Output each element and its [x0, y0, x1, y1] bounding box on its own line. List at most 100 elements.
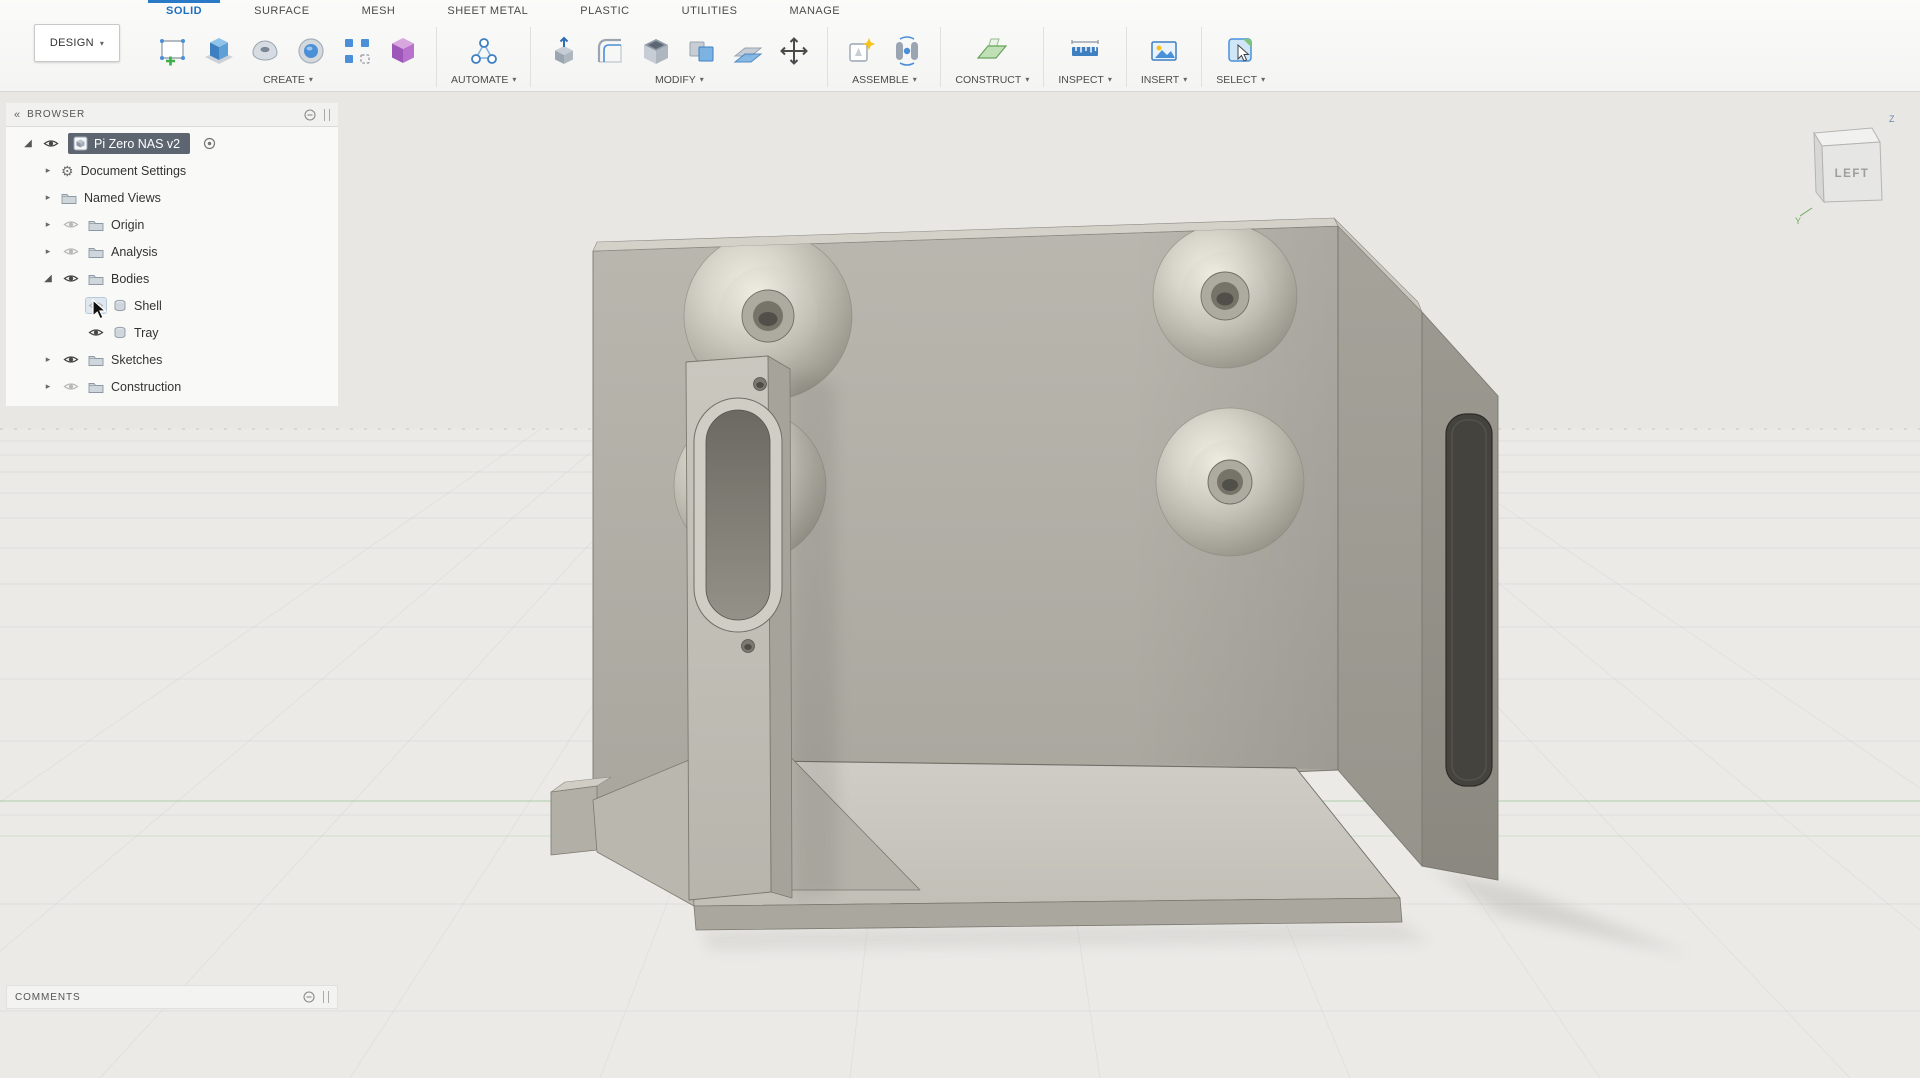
automate-menu[interactable]: AUTOMATE▾	[451, 74, 516, 86]
component-name: Pi Zero NAS v2	[94, 137, 180, 151]
rectangular-pattern-icon[interactable]	[338, 32, 376, 70]
visibility-eye-icon[interactable]	[41, 136, 61, 151]
main-toolbar: SOLID SURFACE MESH SHEET METAL PLASTIC U…	[0, 0, 1920, 92]
visibility-eye-icon[interactable]	[86, 325, 106, 340]
tree-item-sketches[interactable]: ▸ Sketches	[6, 346, 338, 373]
component-icon	[73, 136, 88, 151]
folder-icon	[88, 381, 104, 393]
tab-sheet-metal[interactable]: SHEET METAL	[421, 0, 554, 22]
offset-face-icon[interactable]	[729, 32, 767, 70]
create-sketch-icon[interactable]	[154, 32, 192, 70]
modify-menu[interactable]: MODIFY▾	[655, 74, 704, 86]
construction-plane-icon[interactable]	[973, 32, 1011, 70]
insert-menu[interactable]: INSERT▾	[1141, 74, 1187, 86]
group-automate: AUTOMATE▾	[447, 29, 520, 86]
selected-component-highlight[interactable]: Pi Zero NAS v2	[68, 133, 190, 154]
panel-resize-grip[interactable]	[324, 109, 330, 121]
chevron-down-icon: ▾	[913, 75, 917, 84]
tree-item-bodies[interactable]: ◢ Bodies	[6, 265, 338, 292]
gear-icon: ⚙	[61, 164, 74, 178]
tree-item-named-views[interactable]: ▸ Named Views	[6, 184, 338, 211]
expand-arrow-icon[interactable]: ▸	[42, 192, 54, 203]
expand-arrow-icon[interactable]: ◢	[42, 273, 54, 284]
visibility-eye-icon[interactable]	[61, 352, 81, 367]
activate-component-radio-icon[interactable]	[203, 137, 216, 150]
extrude-icon[interactable]	[200, 32, 238, 70]
hole-icon[interactable]	[292, 32, 330, 70]
group-create: CREATE▾	[150, 29, 426, 86]
expand-arrow-icon[interactable]: ▸	[42, 219, 54, 230]
collapse-panel-icon[interactable]: «	[14, 109, 19, 121]
folder-icon	[61, 192, 77, 204]
view-cube[interactable]: Z Y LEFT	[1792, 108, 1902, 231]
minimize-circle-icon[interactable]	[303, 991, 315, 1003]
construct-menu[interactable]: CONSTRUCT▾	[955, 74, 1029, 86]
expand-arrow-icon[interactable]: ▸	[42, 381, 54, 392]
comments-panel[interactable]: COMMENTS	[6, 985, 338, 1009]
fillet-icon[interactable]	[591, 32, 629, 70]
axis-z-label: Z	[1889, 114, 1895, 124]
new-component-icon[interactable]	[842, 32, 880, 70]
expand-arrow-icon[interactable]: ▸	[42, 246, 54, 257]
create-form-icon[interactable]	[384, 32, 422, 70]
group-insert: INSERT▾	[1137, 29, 1191, 86]
folder-icon	[88, 354, 104, 366]
press-pull-icon[interactable]	[545, 32, 583, 70]
design-menu-button[interactable]: DESIGN ▾	[34, 24, 120, 62]
expand-arrow-icon[interactable]: ◢	[22, 138, 34, 149]
revolve-icon[interactable]	[246, 32, 284, 70]
tree-item-pi-zero-nas-v2[interactable]: ◢ Pi Zero NAS v2	[6, 130, 338, 157]
automate-icon[interactable]	[465, 32, 503, 70]
group-inspect: INSPECT▾	[1054, 29, 1116, 86]
insert-image-icon[interactable]	[1145, 32, 1183, 70]
create-menu[interactable]: CREATE▾	[263, 74, 313, 86]
select-menu[interactable]: SELECT▾	[1216, 74, 1265, 86]
browser-title: BROWSER	[27, 109, 85, 120]
tree-item-document-settings[interactable]: ▸ ⚙ Document Settings	[6, 157, 338, 184]
tab-surface[interactable]: SURFACE	[228, 0, 335, 22]
expand-arrow-icon[interactable]: ▸	[42, 354, 54, 365]
minimize-circle-icon[interactable]	[304, 109, 316, 121]
tab-plastic[interactable]: PLASTIC	[554, 0, 655, 22]
shell-icon[interactable]	[637, 32, 675, 70]
browser-panel-header[interactable]: « BROWSER	[6, 103, 338, 127]
chevron-down-icon: ▾	[309, 75, 313, 84]
visibility-eye-icon[interactable]	[61, 217, 81, 232]
chevron-down-icon: ▾	[100, 39, 104, 48]
visibility-eye-icon[interactable]	[61, 379, 81, 394]
tree-item-construction[interactable]: ▸ Construction	[6, 373, 338, 400]
tree-item-analysis[interactable]: ▸ Analysis	[6, 238, 338, 265]
combine-icon[interactable]	[683, 32, 721, 70]
boss-top-right	[1153, 224, 1297, 368]
browser-panel: « BROWSER ◢ Pi Zero NAS v2	[6, 103, 338, 406]
tab-manage[interactable]: MANAGE	[763, 0, 866, 22]
pillar-opening	[706, 410, 770, 620]
chevron-down-icon: ▾	[700, 75, 704, 84]
chevron-down-icon: ▾	[1025, 75, 1029, 84]
chevron-down-icon: ▾	[512, 75, 516, 84]
visibility-eye-icon[interactable]	[86, 298, 106, 313]
tab-strip: SOLID SURFACE MESH SHEET METAL PLASTIC U…	[0, 0, 1920, 22]
foot-block	[551, 786, 597, 855]
tree-item-shell[interactable]: Shell	[6, 292, 338, 319]
tree-item-tray[interactable]: Tray	[6, 319, 338, 346]
expand-arrow-icon[interactable]: ▸	[42, 165, 54, 176]
body-icon	[113, 326, 127, 339]
folder-icon	[88, 246, 104, 258]
tab-utilities[interactable]: UTILITIES	[656, 0, 764, 22]
panel-resize-grip[interactable]	[323, 991, 329, 1003]
assemble-menu[interactable]: ASSEMBLE▾	[852, 74, 917, 86]
select-icon[interactable]	[1222, 32, 1260, 70]
visibility-eye-icon[interactable]	[61, 271, 81, 286]
axis-y-label: Y	[1795, 216, 1801, 226]
inspect-menu[interactable]: INSPECT▾	[1058, 74, 1112, 86]
tab-mesh[interactable]: MESH	[336, 0, 422, 22]
measure-icon[interactable]	[1066, 32, 1104, 70]
move-copy-icon[interactable]	[775, 32, 813, 70]
joint-icon[interactable]	[888, 32, 926, 70]
body-icon	[113, 299, 127, 312]
tab-solid[interactable]: SOLID	[140, 0, 228, 22]
boss-mid-right	[1156, 408, 1304, 556]
visibility-eye-icon[interactable]	[61, 244, 81, 259]
tree-item-origin[interactable]: ▸ Origin	[6, 211, 338, 238]
